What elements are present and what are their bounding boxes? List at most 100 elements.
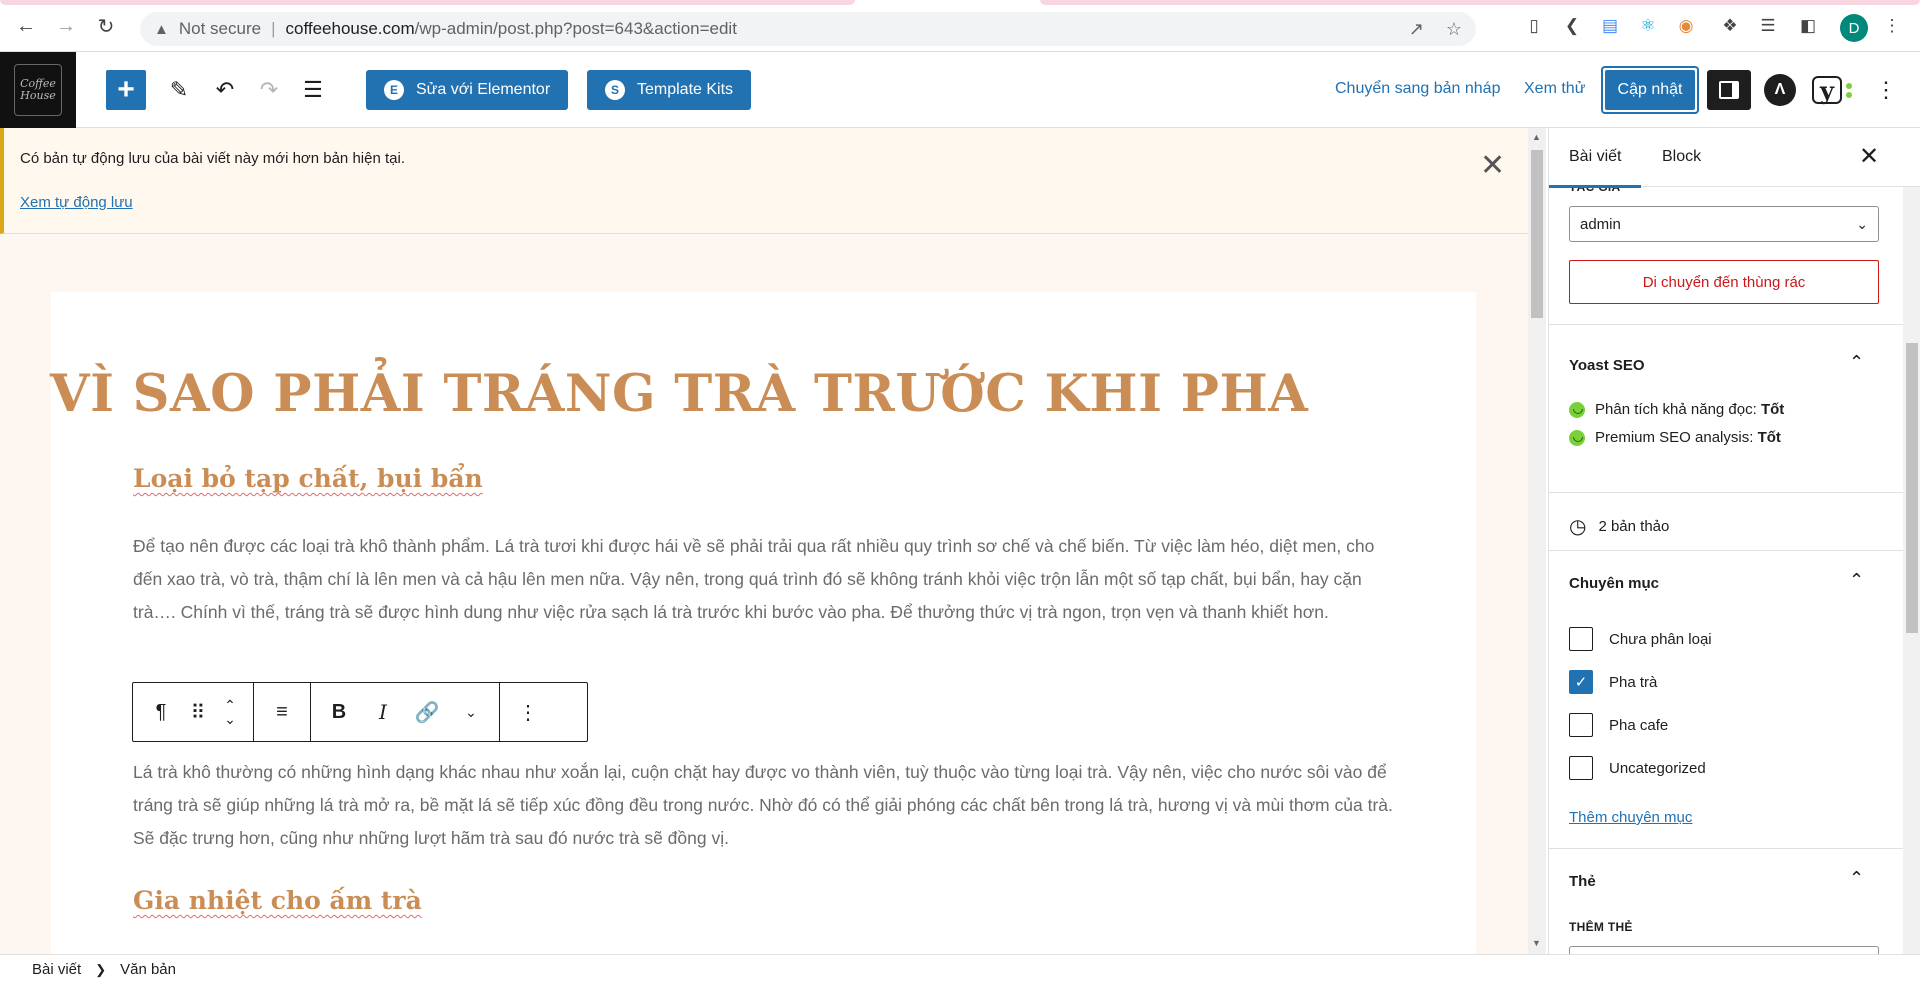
editor-header: Coffee House + ✎ ↶ ↷ ☰ E Sửa với Element… [0, 52, 1920, 128]
editor-canvas: Có bản tự động lưu của bài viết này mới … [0, 128, 1546, 954]
move-up-down-icon[interactable]: ⌃ ⌄ [213, 690, 247, 734]
block-breadcrumb: Bài viết ❯ Văn bản [0, 954, 1920, 984]
edit-with-elementor-button[interactable]: E Sửa với Elementor [366, 70, 569, 110]
scroll-up-arrow-icon[interactable]: ▲ [1532, 132, 1541, 142]
share-icon[interactable]: ↗ [1409, 19, 1424, 40]
security-status: Not secure [178, 19, 262, 38]
document-overview-icon[interactable]: ☰ [296, 70, 330, 110]
breadcrumb-item-post[interactable]: Bài viết [32, 961, 81, 978]
reload-icon[interactable]: ↻ [92, 12, 120, 40]
add-tag-label: THÊM THẺ [1569, 920, 1633, 934]
more-formatting-chevron-icon[interactable]: ⌄ [449, 690, 493, 734]
add-tag-input[interactable] [1569, 946, 1879, 954]
yoast-panel-title[interactable]: Yoast SEO [1569, 357, 1645, 374]
google-translate-icon[interactable]: ▤ [1598, 14, 1622, 38]
elementor-icon: E [384, 80, 404, 100]
close-icon[interactable]: ✕ [1859, 142, 1879, 171]
autosave-notice: Có bản tự động lưu của bài viết này mới … [0, 128, 1528, 234]
bold-icon[interactable]: B [317, 690, 361, 734]
chevron-right-icon: ❯ [95, 961, 107, 977]
category-item[interactable]: Uncategorized [1569, 756, 1706, 780]
switch-to-draft-link[interactable]: Chuyển sang bản nháp [1335, 80, 1500, 98]
category-item[interactable]: ✓ Pha trà [1569, 670, 1657, 694]
chevron-up-icon[interactable]: ⌃ [1849, 570, 1864, 591]
extensions-puzzle-icon[interactable]: ❖ [1718, 14, 1742, 38]
media-queue-icon[interactable]: ☰ [1756, 14, 1780, 38]
smiley-good-icon [1569, 429, 1585, 446]
yoast-icon: y [1812, 76, 1842, 105]
bookmark-star-icon[interactable]: ☆ [1446, 19, 1462, 40]
canvas-scrollbar[interactable]: ▲ ▼ [1528, 128, 1546, 954]
forward-icon[interactable]: → [52, 12, 80, 40]
breadcrumb-item-text[interactable]: Văn bản [120, 961, 176, 978]
react-devtools-icon[interactable]: ⚛ [1636, 14, 1660, 38]
block-toolbar: ¶ ⠿ ⌃ ⌄ ≡ B I 🔗 ⌄ ⋮ [132, 682, 588, 742]
category-item[interactable]: Chưa phân loại [1569, 627, 1712, 651]
scrollbar-thumb[interactable] [1531, 150, 1543, 318]
tab-strip-edge [0, 0, 1920, 5]
paragraph-block[interactable]: Để tạo nên được các loại trà khô thành p… [133, 530, 1395, 629]
category-checkbox[interactable] [1569, 756, 1593, 780]
sidebar-scrollbar[interactable] [1903, 128, 1920, 954]
align-left-icon[interactable]: ≡ [260, 690, 304, 734]
chevron-up-icon[interactable]: ⌃ [1849, 868, 1864, 889]
extension-arrow-icon[interactable]: ❮ [1560, 14, 1584, 38]
tab-block[interactable]: Block [1662, 148, 1701, 166]
add-category-link[interactable]: Thêm chuyên mục [1569, 809, 1692, 826]
site-logo[interactable]: Coffee House [0, 52, 76, 128]
notice-message: Có bản tự động lưu của bài viết này mới … [20, 150, 405, 167]
post-title[interactable]: VÌ SAO PHẢI TRÁNG TRÀ TRƯỚC KHI PHA [50, 364, 1308, 424]
block-options-icon[interactable]: ⋮ [506, 690, 550, 734]
template-kits-button[interactable]: S Template Kits [587, 70, 752, 110]
update-button[interactable]: Cập nhật [1601, 66, 1699, 114]
profile-avatar[interactable]: D [1840, 14, 1868, 42]
paragraph-icon[interactable]: ¶ [139, 690, 183, 734]
yoast-seo-button[interactable]: y [1810, 70, 1854, 110]
redo-icon[interactable]: ↷ [252, 70, 286, 110]
astra-settings-button[interactable]: Λ [1758, 70, 1802, 110]
smiley-good-icon [1569, 401, 1585, 418]
category-checkbox-checked[interactable]: ✓ [1569, 670, 1593, 694]
settings-panel-toggle[interactable] [1707, 70, 1751, 110]
chevron-up-icon[interactable]: ⌃ [1849, 352, 1864, 373]
preview-link[interactable]: Xem thử [1524, 80, 1585, 98]
settings-sidebar: Bài viết Block ✕ TÁC GIẢ admin ⌄ Di chuy… [1548, 128, 1920, 954]
revisions-link[interactable]: ◷ 2 bản thảo [1569, 514, 1669, 539]
extension-phone-icon[interactable]: ▯ [1522, 14, 1546, 38]
astra-icon: Λ [1764, 74, 1796, 106]
categories-panel-title[interactable]: Chuyên mục [1569, 575, 1659, 592]
sidebar-icon [1719, 81, 1739, 99]
chevron-down-icon: ⌄ [1856, 215, 1868, 232]
tags-panel-title[interactable]: Thẻ [1569, 873, 1596, 890]
options-menu-icon[interactable]: ⋮ [1864, 70, 1908, 110]
move-to-trash-button[interactable]: Di chuyển đến thùng rác [1569, 260, 1879, 304]
scrollbar-thumb[interactable] [1906, 343, 1918, 633]
back-icon[interactable]: ← [12, 12, 40, 40]
close-icon[interactable]: ✕ [1480, 148, 1505, 183]
author-select[interactable]: admin ⌄ [1569, 206, 1879, 242]
tools-pencil-icon[interactable]: ✎ [162, 70, 196, 110]
address-bar[interactable]: ▲ Not secure | coffeehouse.com /wp-admin… [140, 12, 1476, 46]
url-path: /wp-admin/post.php?post=643&action=edit [414, 19, 737, 38]
link-icon[interactable]: 🔗 [405, 690, 449, 734]
tab-post[interactable]: Bài viết [1549, 148, 1643, 188]
heading-block[interactable]: Loại bỏ tạp chất, bụi bẩn [133, 464, 483, 493]
category-checkbox[interactable] [1569, 627, 1593, 651]
category-item[interactable]: Pha cafe [1569, 713, 1668, 737]
side-panel-icon[interactable]: ◧ [1796, 14, 1820, 38]
yoast-status-dots [1846, 82, 1852, 98]
warning-icon: ▲ [154, 20, 169, 38]
view-autosave-link[interactable]: Xem tự động lưu [20, 194, 133, 211]
category-checkbox[interactable] [1569, 713, 1593, 737]
drag-handle-icon[interactable]: ⠿ [183, 690, 213, 734]
readability-result: Phân tích khả năng đọc: Tốt [1569, 401, 1784, 418]
scroll-down-arrow-icon[interactable]: ▼ [1532, 938, 1541, 948]
extension-colorful-icon[interactable]: ◉ [1674, 14, 1698, 38]
italic-icon[interactable]: I [361, 690, 405, 734]
browser-menu-icon[interactable]: ⋮ [1880, 14, 1904, 38]
add-block-button[interactable]: + [106, 70, 146, 110]
undo-icon[interactable]: ↶ [208, 70, 242, 110]
template-kits-icon: S [605, 80, 625, 100]
paragraph-block[interactable]: Lá trà khô thường có những hình dạng khá… [133, 756, 1395, 855]
heading-block[interactable]: Gia nhiệt cho ấm trà [133, 886, 422, 915]
